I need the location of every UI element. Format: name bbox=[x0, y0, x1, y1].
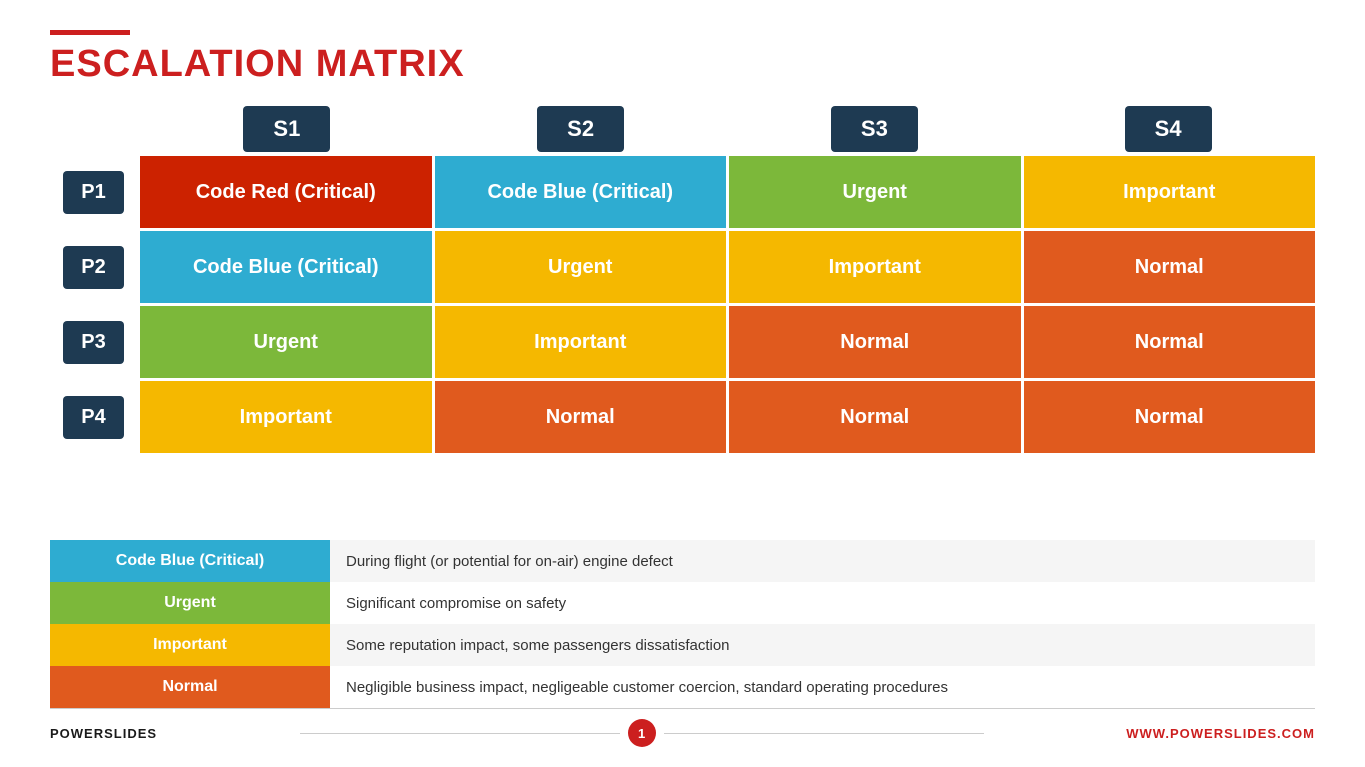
col-header-box-s1: S1 bbox=[243, 106, 330, 152]
cell-r3-c4: Normal bbox=[1024, 306, 1316, 378]
cell-r3-c1: Urgent bbox=[140, 306, 432, 378]
cell-r3-c3: Normal bbox=[729, 306, 1021, 378]
footer-page-number: 1 bbox=[628, 719, 656, 747]
legend-label-1: Urgent bbox=[50, 582, 330, 624]
legend-desc-2: Some reputation impact, some passengers … bbox=[330, 624, 1315, 666]
cell-r2-c2: Urgent bbox=[435, 231, 727, 303]
legend-label-0: Code Blue (Critical) bbox=[50, 540, 330, 582]
legend-section: Code Blue (Critical) During flight (or p… bbox=[50, 540, 1315, 708]
matrix-header-row: S1 S2 S3 S4 bbox=[140, 106, 1315, 152]
footer-line-left bbox=[300, 733, 620, 734]
col-header-s3: S3 bbox=[728, 106, 1022, 152]
cell-r4-c2: Normal bbox=[435, 381, 727, 453]
legend-row-3: Normal Negligible business impact, negli… bbox=[50, 666, 1315, 708]
footer-brand: POWERSLIDES bbox=[50, 726, 157, 741]
footer-url: WWW.POWERSLIDES.COM bbox=[1126, 726, 1315, 741]
cell-r2-c1: Code Blue (Critical) bbox=[140, 231, 432, 303]
cell-r1-c4: Important bbox=[1024, 156, 1316, 228]
row-header-box-p1: P1 bbox=[63, 171, 123, 214]
col-header-box-s3: S3 bbox=[831, 106, 918, 152]
col-header-s4: S4 bbox=[1021, 106, 1315, 152]
footer-pagination: 1 bbox=[300, 719, 984, 747]
page-title: ESCALATION MATRIX bbox=[50, 43, 1315, 86]
cell-r4-c4: Normal bbox=[1024, 381, 1316, 453]
footer-line-right bbox=[664, 733, 984, 734]
row-header-p1: P1 bbox=[50, 171, 137, 214]
title-highlight: MATRIX bbox=[316, 43, 465, 85]
legend-desc-3: Negligible business impact, negligeable … bbox=[330, 666, 1315, 708]
legend-row-0: Code Blue (Critical) During flight (or p… bbox=[50, 540, 1315, 582]
legend-label-3: Normal bbox=[50, 666, 330, 708]
row-header-p3: P3 bbox=[50, 321, 137, 364]
cell-r2-c3: Important bbox=[729, 231, 1021, 303]
legend-desc-0: During flight (or potential for on-air) … bbox=[330, 540, 1315, 582]
cell-r4-c1: Important bbox=[140, 381, 432, 453]
row-header-box-p3: P3 bbox=[63, 321, 123, 364]
row-header-p4: P4 bbox=[50, 396, 137, 439]
matrix-row-p3: P3UrgentImportantNormalNormal bbox=[50, 306, 1315, 378]
title-prefix: ESCALATION bbox=[50, 43, 316, 85]
matrix-wrapper: S1 S2 S3 S4 P1 Code Red (Critical)Code Blue … bbox=[50, 106, 1315, 528]
cell-r2-c4: Normal bbox=[1024, 231, 1316, 303]
row-header-p2: P2 bbox=[50, 246, 137, 289]
col-header-s1: S1 bbox=[140, 106, 434, 152]
matrix-body: P1 Code Red (Critical)Code Blue (Critical… bbox=[50, 156, 1315, 453]
row-header-box-p4: P4 bbox=[63, 396, 123, 439]
cell-r1-c3: Urgent bbox=[729, 156, 1021, 228]
title-section: ESCALATION MATRIX bbox=[50, 30, 1315, 86]
matrix-row-p1: P1 Code Red (Critical)Code Blue (Critical… bbox=[50, 156, 1315, 228]
cell-r1-c2: Code Blue (Critical) bbox=[435, 156, 727, 228]
row-header-box-p2: P2 bbox=[63, 246, 123, 289]
cell-r4-c3: Normal bbox=[729, 381, 1021, 453]
legend-row-2: Important Some reputation impact, some p… bbox=[50, 624, 1315, 666]
legend-desc-1: Significant compromise on safety bbox=[330, 582, 1315, 624]
cell-r1-c1: Code Red (Critical) bbox=[140, 156, 432, 228]
legend-row-1: Urgent Significant compromise on safety bbox=[50, 582, 1315, 624]
cell-r3-c2: Important bbox=[435, 306, 727, 378]
legend-label-2: Important bbox=[50, 624, 330, 666]
col-header-s2: S2 bbox=[434, 106, 728, 152]
col-header-box-s2: S2 bbox=[537, 106, 624, 152]
col-header-box-s4: S4 bbox=[1125, 106, 1212, 152]
matrix-row-p2: P2 Code Blue (Critical)UrgentImportantNor… bbox=[50, 231, 1315, 303]
footer: POWERSLIDES 1 WWW.POWERSLIDES.COM bbox=[50, 708, 1315, 747]
page: ESCALATION MATRIX S1 S2 S3 S4 P1 Code Red (C… bbox=[0, 0, 1365, 767]
matrix-row-p4: P4ImportantNormalNormalNormal bbox=[50, 381, 1315, 453]
title-accent-line bbox=[50, 30, 130, 35]
